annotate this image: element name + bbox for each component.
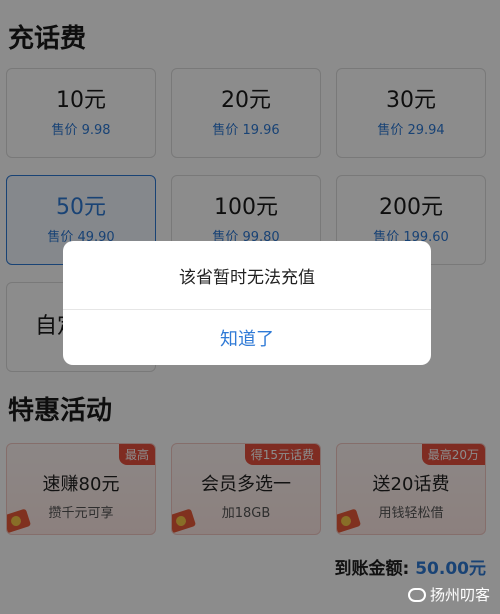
watermark-text: 扬州叨客 <box>429 586 490 604</box>
dialog-confirm-button[interactable]: 知道了 <box>63 310 431 365</box>
watermark: 扬州叨客 <box>407 584 490 605</box>
chat-icon <box>407 587 426 602</box>
alert-dialog: 该省暂时无法充值 知道了 <box>63 241 431 365</box>
dialog-message: 该省暂时无法充值 <box>179 267 315 288</box>
